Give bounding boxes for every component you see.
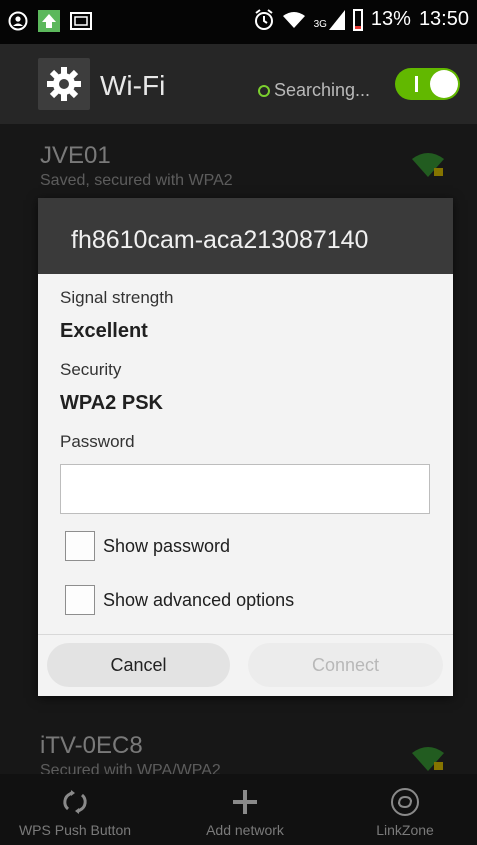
battery-icon — [352, 8, 363, 31]
action-bar: Wi-Fi Searching... — [0, 44, 477, 124]
battery-percent: 13% — [370, 8, 411, 30]
cell-signal-icon — [328, 9, 345, 30]
clock: 13:50 — [418, 8, 469, 30]
add-network-button[interactable]: Add network — [170, 774, 320, 845]
wps-push-button[interactable]: WPS Push Button — [0, 774, 150, 845]
notification-user-icon — [8, 11, 28, 31]
plus-icon — [233, 790, 257, 814]
alarm-icon — [254, 8, 273, 30]
checkbox-box[interactable] — [65, 531, 95, 561]
checkbox-box[interactable] — [65, 585, 95, 615]
cancel-button[interactable]: Cancel — [47, 643, 230, 687]
linkzone-icon — [391, 788, 419, 816]
scan-status: Searching... — [258, 80, 370, 101]
signal-strength-label: Signal strength — [60, 288, 174, 307]
dialog-header: fh8610cam-aca213087140 — [38, 198, 453, 274]
show-password-label: Show password — [103, 535, 231, 556]
linkzone-button[interactable]: LinkZone — [340, 774, 470, 845]
security-label: Security — [60, 360, 122, 379]
wifi-toggle[interactable] — [395, 68, 460, 100]
password-field[interactable] — [60, 464, 430, 514]
show-advanced-options-label: Show advanced options — [103, 589, 295, 610]
show-advanced-options-checkbox[interactable]: Show advanced options — [65, 584, 294, 616]
signal-strength-value: Excellent — [60, 320, 148, 342]
status-bar: 3G 13% 13:50 — [0, 0, 477, 44]
dialog-footer: Cancel Connect — [38, 634, 453, 696]
dialog-body: Signal strength Excellent Security WPA2 … — [38, 274, 453, 634]
screenshot-icon — [70, 12, 92, 30]
network-type-label: 3G — [313, 18, 327, 30]
bottom-bar-label: WPS Push Button — [18, 822, 132, 838]
dialog-title: fh8610cam-aca213087140 — [71, 226, 369, 254]
bottom-bar-label: Add network — [206, 822, 284, 838]
show-password-checkbox[interactable]: Show password — [65, 530, 230, 562]
bottom-bar-label: LinkZone — [376, 822, 434, 838]
wifi-connect-dialog: fh8610cam-aca213087140 Signal strength E… — [38, 198, 453, 696]
scan-status-label: Searching... — [274, 80, 371, 100]
page-title: Wi-Fi — [100, 70, 166, 101]
connect-button[interactable]: Connect — [248, 643, 443, 687]
wps-icon — [63, 790, 87, 814]
password-label: Password — [60, 432, 135, 451]
security-value: WPA2 PSK — [60, 392, 163, 414]
searching-indicator-icon — [258, 84, 270, 97]
wifi-status-icon — [282, 11, 305, 28]
bottom-toolbar: WPS Push Button Add network LinkZone — [0, 774, 477, 845]
upload-icon — [38, 10, 60, 32]
settings-gear-icon[interactable] — [38, 58, 90, 110]
